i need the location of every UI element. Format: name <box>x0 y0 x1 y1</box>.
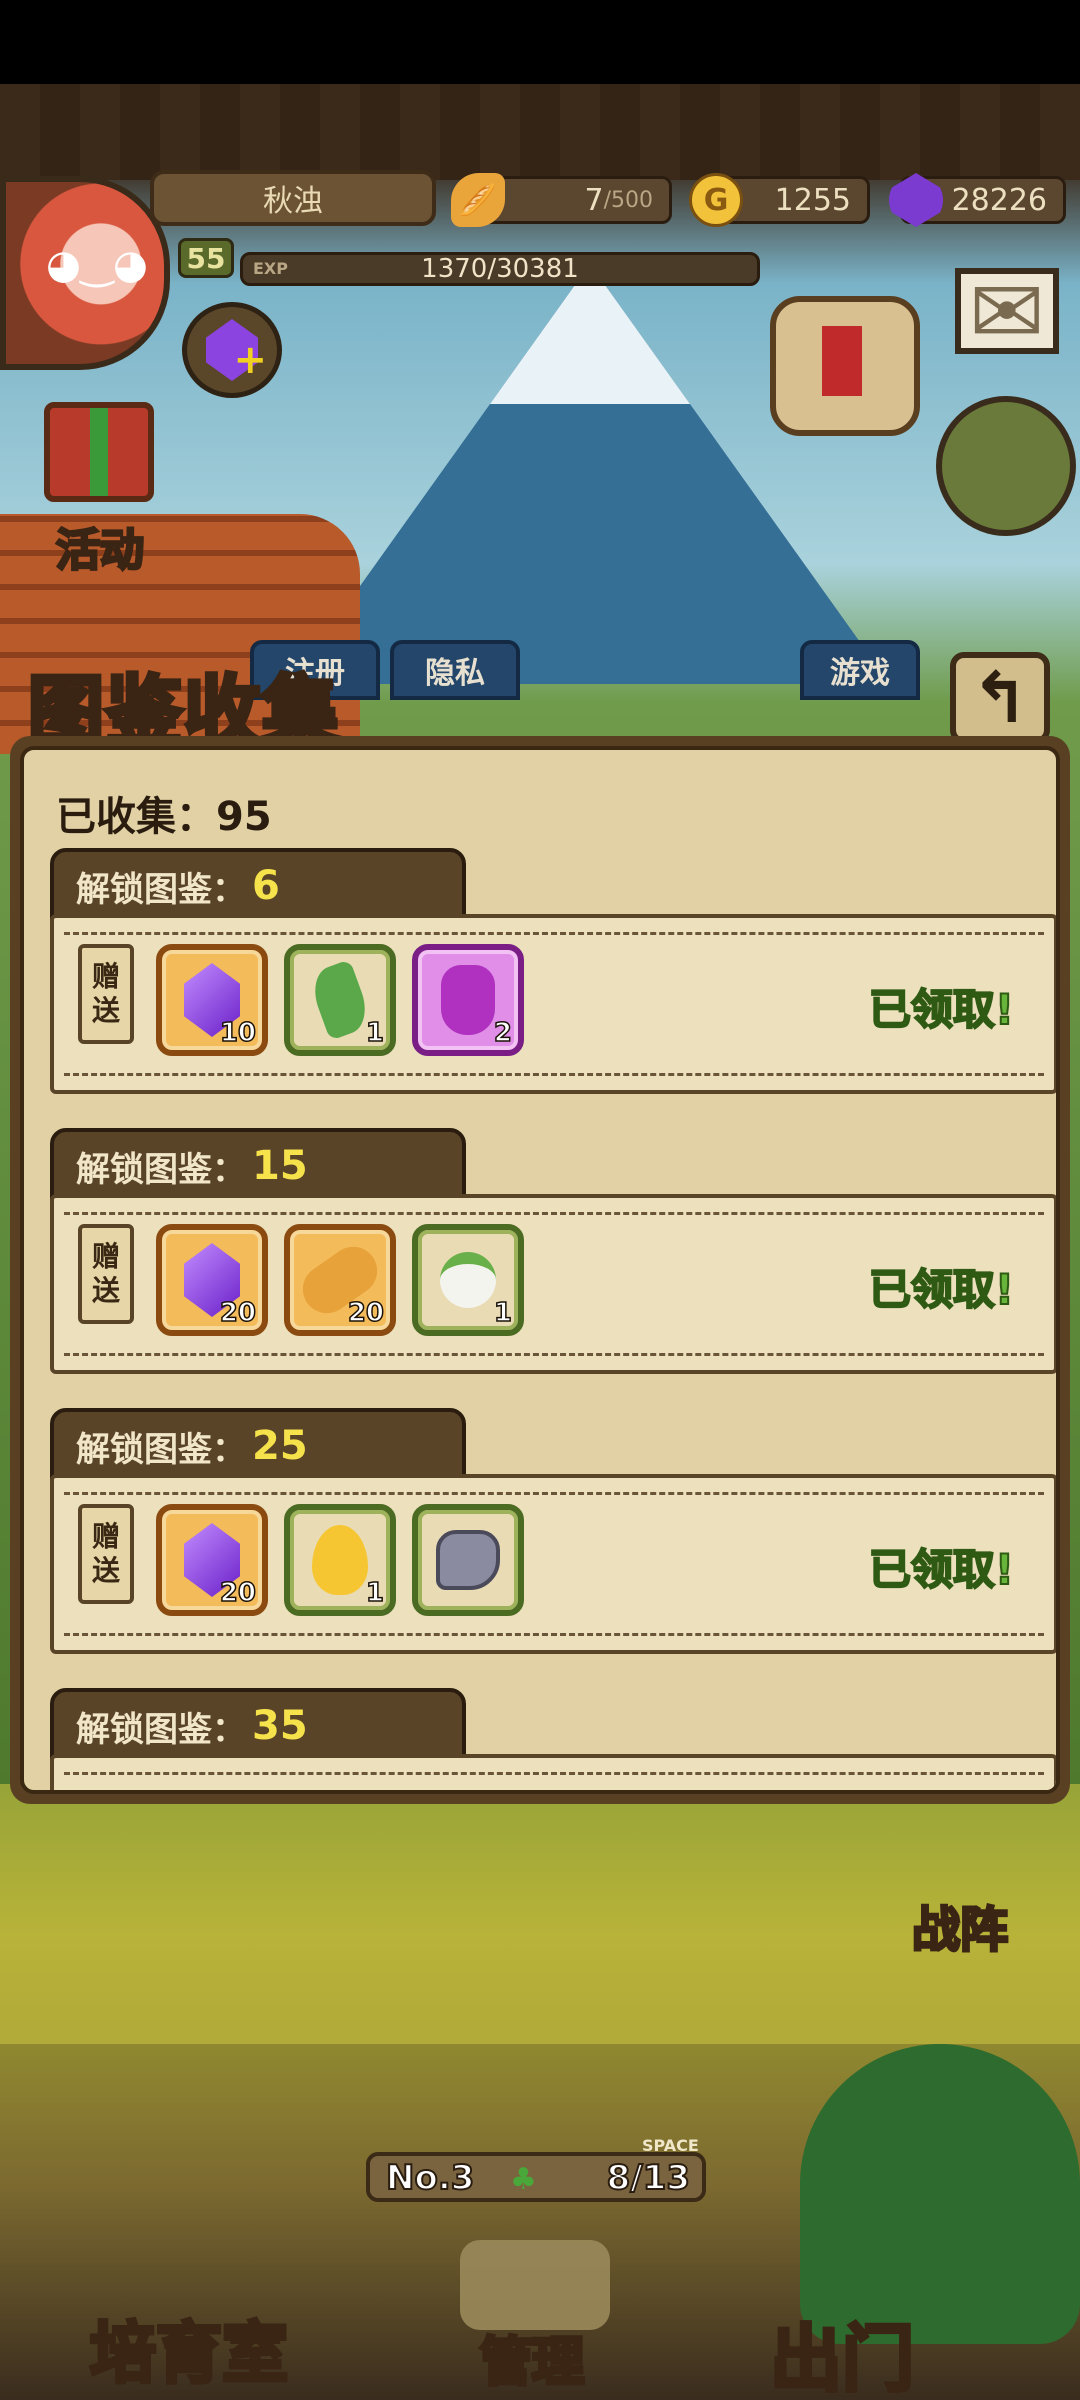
exp-bar: EXP 1370/30381 <box>240 252 760 286</box>
reward-group: 解锁图鉴： 15 赠送 20 20 1 已领取! <box>50 1128 1056 1378</box>
reward-item-egg[interactable]: 1 <box>284 1504 396 1616</box>
bread-counter[interactable]: 🥖 7/500 <box>451 173 672 227</box>
reward-item-leaf[interactable]: 1 <box>284 944 396 1056</box>
claimed-status: 已领取! <box>868 1544 1015 1595</box>
go-out-button[interactable]: 出门 <box>768 2300 916 2400</box>
reward-row: 赠送 20 1 已领取! <box>50 1474 1056 1654</box>
tree-cluster <box>800 2044 1080 2344</box>
reward-group-header: 解锁图鉴： 25 <box>50 1408 466 1484</box>
buy-gems-button[interactable]: + <box>182 302 282 398</box>
reward-group-header: 解锁图鉴： 15 <box>50 1128 466 1204</box>
item-quantity: 1 <box>493 1297 513 1329</box>
sprout-icon: ♣ <box>510 2162 537 2197</box>
gift-tag: 赠送 <box>78 944 134 1044</box>
status-bar <box>0 0 1080 84</box>
unlock-threshold: 35 <box>252 1703 308 1749</box>
collected-count: 95 <box>216 794 272 840</box>
reward-item-turnip[interactable]: 1 <box>412 1224 524 1336</box>
reward-row: 赠送 10 1 2 已领取! <box>50 914 1056 1094</box>
bread-current: 7 <box>584 182 604 218</box>
unlock-label: 解锁图鉴： <box>76 1429 246 1470</box>
tab-privacy[interactable]: 隐私 <box>390 640 520 700</box>
turnip-icon <box>440 1252 496 1308</box>
reward-group: 解锁图鉴： 6 赠送 10 1 2 已领取! <box>50 848 1056 1098</box>
item-quantity: 20 <box>219 1297 257 1329</box>
wood-header <box>0 84 1080 180</box>
reward-group: 解锁图鉴： 25 赠送 20 1 已领取! <box>50 1408 1056 1658</box>
events-label: 活动 <box>55 524 146 578</box>
events-button[interactable]: 活动 <box>20 392 180 578</box>
reward-item-gem[interactable]: 20 <box>156 1224 268 1336</box>
unlock-label: 解锁图鉴： <box>76 1149 246 1190</box>
item-quantity: 2 <box>493 1017 513 1049</box>
item-quantity: 20 <box>219 1577 257 1609</box>
bread-icon: 🥖 <box>451 173 505 227</box>
reward-row: 赠送 20 20 1 已领取! <box>50 1194 1056 1374</box>
gold-value: 1255 <box>774 182 851 218</box>
base-space-value: 8/13 <box>606 2157 691 2199</box>
back-arrow-icon: ↰ <box>970 657 1030 739</box>
reward-group-header: 解锁图鉴： 6 <box>50 848 466 924</box>
unlock-label: 解锁图鉴： <box>76 1709 246 1750</box>
egg-icon <box>312 1525 368 1595</box>
manage-button[interactable]: 管理 <box>478 2320 586 2395</box>
gold-coin-icon: G <box>689 173 743 227</box>
plus-icon: + <box>233 337 267 383</box>
unlock-threshold: 15 <box>252 1143 308 1189</box>
gem-counter[interactable]: 28226 <box>889 173 1066 227</box>
avatar-face-icon: ◕‿◕ <box>46 242 148 288</box>
reward-item-glove[interactable] <box>412 1504 524 1616</box>
gem-value: 28226 <box>951 182 1047 218</box>
formation-button[interactable]: 战阵 <box>880 1890 1040 1960</box>
item-quantity: 1 <box>365 1017 385 1049</box>
gift-tag: 赠送 <box>78 1504 134 1604</box>
player-name: 秋浊 <box>263 184 323 219</box>
backpack-button[interactable] <box>936 396 1076 536</box>
glove-icon <box>436 1530 500 1590</box>
reward-item-gem[interactable]: 10 <box>156 944 268 1056</box>
bread-max: /500 <box>603 187 653 213</box>
collected-summary: 已收集：95 <box>56 784 272 842</box>
base-number: No.3 <box>385 2157 475 2199</box>
collection-list[interactable]: 已收集：95 解锁图鉴： 6 赠送 10 1 2 已领取! 解锁图鉴： 15 赠… <box>20 746 1060 1794</box>
unlock-label: 解锁图鉴： <box>76 869 246 910</box>
quest-scroll-button[interactable] <box>770 296 920 436</box>
gift-box-icon <box>44 402 154 502</box>
claimed-status: 已领取! <box>868 984 1015 1035</box>
mail-button[interactable] <box>955 260 1059 365</box>
exp-value: 1370/30381 <box>421 254 579 284</box>
unlock-threshold: 25 <box>252 1423 308 1469</box>
player-level-badge: 55 <box>178 238 234 278</box>
reward-row <box>50 1754 1056 1790</box>
reward-item-potion[interactable]: 2 <box>412 944 524 1056</box>
potion-icon <box>441 965 495 1035</box>
collection-panel: 已收集：95 解锁图鉴： 6 赠送 10 1 2 已领取! 解锁图鉴： 15 赠… <box>10 736 1070 1804</box>
player-name-plate: 秋浊 <box>150 170 436 226</box>
unlock-threshold: 6 <box>252 863 280 909</box>
gold-counter[interactable]: G 1255 <box>689 173 870 227</box>
leaf-icon <box>306 959 374 1041</box>
reward-item-gem[interactable]: 20 <box>156 1504 268 1616</box>
nursery-button[interactable]: 培育室 <box>88 2300 290 2396</box>
tab-game[interactable]: 游戏 <box>800 640 920 700</box>
back-button[interactable]: ↰ <box>950 652 1050 744</box>
item-quantity: 10 <box>219 1017 257 1049</box>
collected-label: 已收集： <box>56 794 216 840</box>
gift-tag: 赠送 <box>78 1224 134 1324</box>
reward-group-header: 解锁图鉴： 35 <box>50 1688 466 1764</box>
keys-icon <box>460 2240 610 2330</box>
item-quantity: 20 <box>347 1297 385 1329</box>
reward-item-bread[interactable]: 20 <box>284 1224 396 1336</box>
claimed-status: 已领取! <box>868 1264 1015 1315</box>
reward-group: 解锁图鉴： 35 <box>50 1688 1056 1790</box>
item-quantity: 1 <box>365 1577 385 1609</box>
player-avatar[interactable]: ◕‿◕ <box>0 176 170 370</box>
